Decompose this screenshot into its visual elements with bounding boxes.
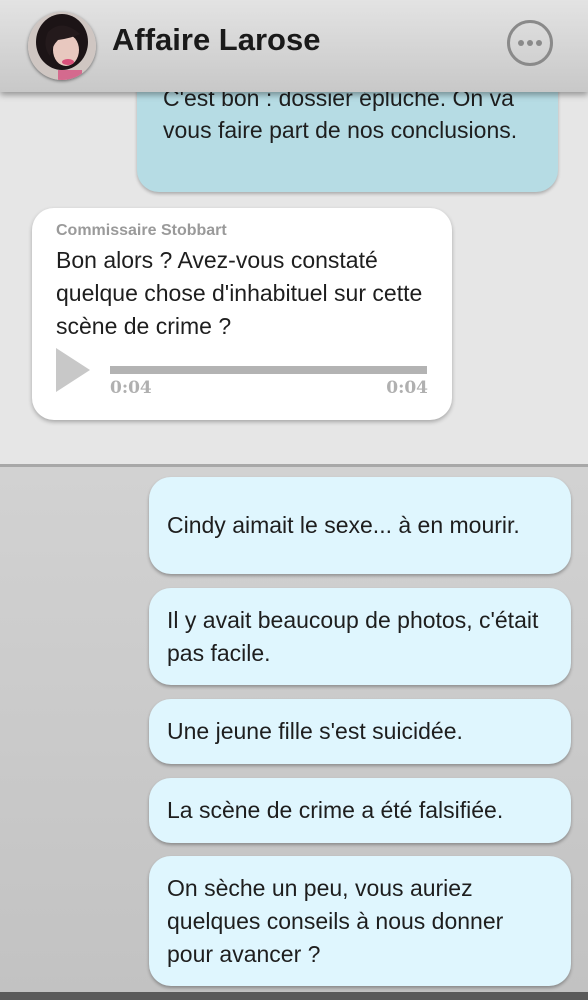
reply-option[interactable]: Cindy aimait le sexe... à en mourir.: [149, 477, 571, 574]
message-text: Bon alors ? Avez-vous constaté quelque c…: [56, 247, 423, 339]
reply-option[interactable]: Il y avait beaucoup de photos, c'était p…: [149, 588, 571, 685]
reply-options-panel: Cindy aimait le sexe... à en mourir. Il …: [0, 467, 588, 1000]
sent-message-bubble: C'est bon : dossier épluché. On va vous …: [137, 92, 558, 192]
more-options-icon[interactable]: [507, 20, 553, 66]
chat-header: Affaire Larose: [0, 0, 588, 92]
play-icon[interactable]: [56, 348, 90, 392]
received-message-bubble: Commissaire Stobbart Bon alors ? Avez-vo…: [32, 208, 452, 420]
dot: [536, 40, 542, 46]
audio-current-time: 0:04: [110, 378, 152, 398]
dot: [518, 40, 524, 46]
conversation-title: Affaire Larose: [112, 22, 321, 57]
dot: [527, 40, 533, 46]
reply-option[interactable]: La scène de crime a été falsifiée.: [149, 778, 571, 843]
contact-avatar[interactable]: [28, 12, 96, 80]
reply-option[interactable]: On sèche un peu, vous auriez quelques co…: [149, 856, 571, 986]
sender-name: Commissaire Stobbart: [56, 222, 227, 239]
audio-progress-track[interactable]: [110, 366, 427, 374]
bottom-edge: [0, 992, 588, 1000]
audio-duration: 0:04: [386, 378, 428, 398]
message-history[interactable]: C'est bon : dossier épluché. On va vous …: [0, 92, 588, 464]
reply-option[interactable]: Une jeune fille s'est suicidée.: [149, 699, 571, 764]
avatar-image: [28, 12, 96, 80]
section-divider: [0, 464, 588, 467]
